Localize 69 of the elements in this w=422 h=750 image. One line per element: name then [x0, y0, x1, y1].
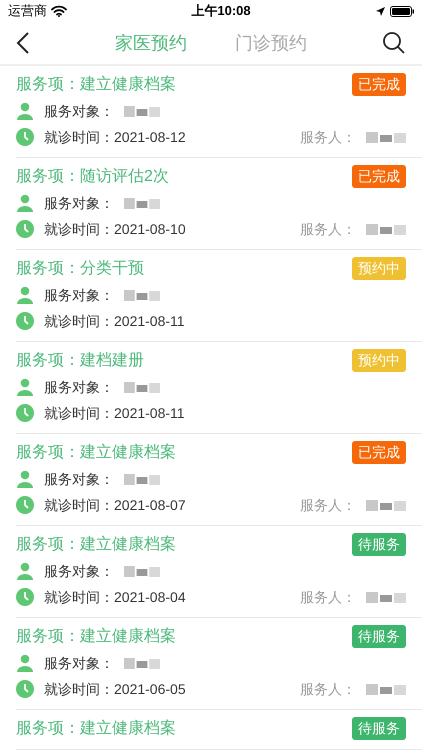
redacted-name — [124, 472, 160, 486]
service-title: 服务项：分类干预 — [16, 258, 144, 278]
clock-time: 上午10:08 — [191, 2, 251, 20]
visit-date: 就诊时间：2021-08-04 — [44, 588, 187, 606]
staff-label: 服务人： — [300, 220, 356, 238]
clock-icon — [16, 220, 34, 238]
staff-label: 服务人： — [300, 128, 356, 146]
status-badge: 已完成 — [352, 441, 406, 464]
tab[interactable]: 门诊预约 — [235, 30, 307, 56]
subject-label: 服务对象： — [44, 654, 114, 672]
status-badge: 待服务 — [352, 625, 406, 648]
service-title: 服务项：建立健康档案 — [16, 534, 176, 554]
person-icon — [16, 378, 34, 396]
redacted-name — [366, 498, 406, 512]
person-icon — [16, 654, 34, 672]
tab[interactable]: 家医预约 — [115, 30, 187, 56]
staff-label: 服务人： — [300, 588, 356, 606]
subject-label: 服务对象： — [44, 562, 114, 580]
location-arrow-icon — [375, 6, 386, 16]
subject-label: 服务对象： — [44, 286, 114, 304]
person-icon — [16, 194, 34, 212]
staff-label: 服务人： — [300, 680, 356, 698]
status-badge: 待服务 — [352, 717, 406, 740]
visit-date: 就诊时间：2021-08-07 — [44, 496, 187, 514]
clock-icon — [16, 496, 34, 514]
clock-icon — [16, 680, 34, 698]
person-icon — [16, 102, 34, 120]
subject-label: 服务对象： — [44, 378, 114, 396]
search-icon — [382, 31, 406, 55]
service-title: 服务项：建档建册 — [16, 350, 144, 370]
visit-date: 就诊时间：2021-08-12 — [44, 128, 187, 146]
redacted-name — [124, 380, 160, 394]
clock-icon — [16, 404, 34, 422]
person-icon — [16, 562, 34, 580]
service-title: 服务项：随访评估2次 — [16, 166, 169, 186]
redacted-name — [366, 682, 406, 696]
status-badge: 预约中 — [352, 349, 406, 372]
redacted-name — [124, 288, 160, 302]
redacted-name — [124, 564, 160, 578]
status-badge: 预约中 — [352, 257, 406, 280]
redacted-name — [124, 196, 160, 210]
service-title: 服务项：建立健康档案 — [16, 74, 176, 94]
visit-date: 就诊时间：2021-06-05 — [44, 680, 187, 698]
carrier-name: 运营商 — [8, 2, 47, 20]
status-badge: 已完成 — [352, 165, 406, 188]
subject-label: 服务对象： — [44, 470, 114, 488]
service-title: 服务项：建立健康档案 — [16, 718, 176, 738]
person-icon — [16, 286, 34, 304]
visit-date: 就诊时间：2021-08-11 — [44, 312, 186, 330]
status-badge: 已完成 — [352, 73, 406, 96]
clock-icon — [16, 312, 34, 330]
service-title: 服务项：建立健康档案 — [16, 626, 176, 646]
redacted-name — [124, 104, 160, 118]
clock-icon — [16, 588, 34, 606]
staff-label: 服务人： — [300, 496, 356, 514]
redacted-name — [124, 656, 160, 670]
person-icon — [16, 470, 34, 488]
clock-icon — [16, 128, 34, 146]
redacted-name — [366, 222, 406, 236]
redacted-name — [366, 130, 406, 144]
service-title: 服务项：建立健康档案 — [16, 442, 176, 462]
status-badge: 待服务 — [352, 533, 406, 556]
visit-date: 就诊时间：2021-08-11 — [44, 404, 186, 422]
subject-label: 服务对象： — [44, 102, 114, 120]
redacted-name — [366, 590, 406, 604]
wifi-icon — [51, 5, 67, 17]
battery-icon — [390, 6, 414, 16]
subject-label: 服务对象： — [44, 194, 114, 212]
visit-date: 就诊时间：2021-08-10 — [44, 220, 187, 238]
